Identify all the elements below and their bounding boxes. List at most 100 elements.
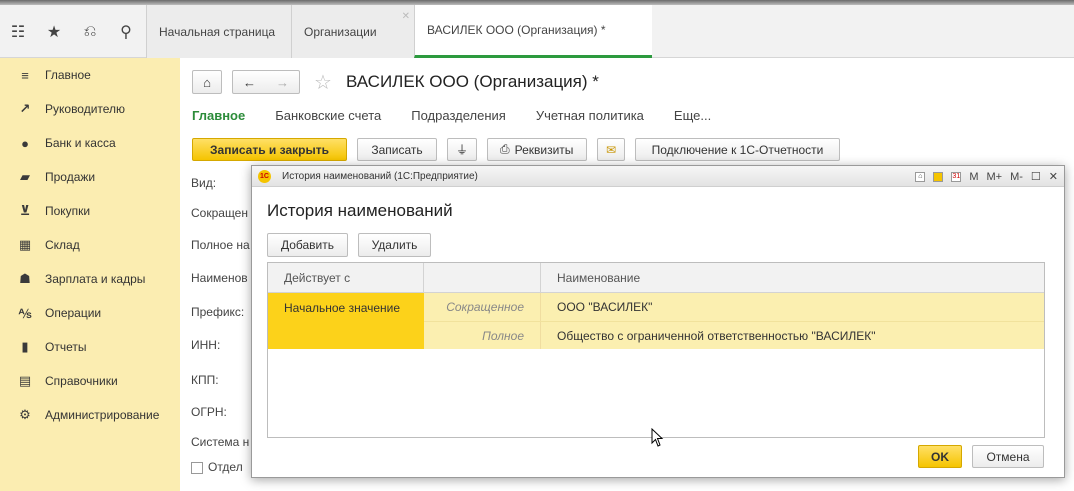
memory-plus-button[interactable]: M+ bbox=[986, 171, 1002, 183]
operations-icon: ⅍ bbox=[18, 305, 32, 321]
cancel-button[interactable]: Отмена bbox=[972, 445, 1044, 468]
printer-icon: ⎙ bbox=[500, 142, 510, 156]
sidebar-item[interactable]: ▤ Справочники bbox=[0, 364, 180, 398]
sidebar-item[interactable]: ⅍ Операции bbox=[0, 296, 180, 330]
column-header-name[interactable]: Наименование bbox=[541, 263, 1044, 293]
search-icon[interactable]: ⚲ bbox=[108, 5, 144, 58]
save-button[interactable]: Записать bbox=[357, 138, 437, 161]
name-history-table: Действует с Наименование Начальное значе… bbox=[267, 262, 1045, 438]
sidebar-item-label: Продажи bbox=[45, 170, 96, 184]
favorite-star-icon[interactable]: ☆ bbox=[314, 70, 332, 95]
sidebar-item-label: Отчеты bbox=[45, 340, 87, 354]
column-header-valid-from[interactable]: Действует с bbox=[268, 263, 424, 293]
apps-grid-icon[interactable]: ☷ bbox=[0, 5, 36, 58]
home-button[interactable]: ⌂ bbox=[192, 70, 222, 94]
coin-icon: ● bbox=[21, 135, 29, 151]
sidebar-item[interactable]: ≡ Главное bbox=[0, 58, 180, 92]
requisites-button[interactable]: ⎙ Реквизиты bbox=[487, 138, 587, 161]
field-label-full-name: Полное на bbox=[191, 238, 250, 252]
tab-home[interactable]: Начальная страница bbox=[146, 5, 291, 58]
menu-lines-icon: ≡ bbox=[21, 67, 29, 83]
separate-division-checkbox[interactable]: Отдел bbox=[191, 460, 243, 474]
paperclip-icon: ⏚ bbox=[455, 143, 468, 157]
cart-icon: ⊻ bbox=[19, 203, 31, 218]
warehouse-icon: ▦ bbox=[18, 237, 32, 252]
page-title: ВАСИЛЕК ООО (Организация) * bbox=[345, 72, 599, 91]
sidebar-item-label: Администрирование bbox=[45, 408, 160, 422]
gear-icon: ⚙ bbox=[19, 407, 31, 422]
form-nav-row: ⌂ ← → ☆ ВАСИЛЕК ООО (Организация) * bbox=[192, 70, 599, 94]
dialog-toolbar: Добавить Удалить bbox=[267, 233, 441, 257]
calculator-icon[interactable] bbox=[933, 171, 944, 182]
close-icon[interactable]: ✕ bbox=[1049, 170, 1058, 183]
home-icon: ⌂ bbox=[203, 74, 211, 90]
history-icon[interactable]: ⎌ bbox=[72, 5, 108, 58]
sidebar-item[interactable]: ▦ Склад bbox=[0, 228, 180, 262]
checkbox-box[interactable] bbox=[191, 461, 203, 474]
close-icon[interactable]: ✕ bbox=[402, 11, 410, 22]
mail-button[interactable]: ✉ bbox=[597, 138, 625, 161]
sidebar-item[interactable]: ▮ Отчеты bbox=[0, 330, 180, 364]
back-arrow-icon[interactable]: ← bbox=[243, 75, 256, 90]
tab-bank-accounts[interactable]: Банковские счета bbox=[275, 108, 381, 123]
dialog-heading: История наименований bbox=[267, 201, 453, 220]
sidebar-item-label: Покупки bbox=[45, 204, 91, 218]
mouse-cursor-icon bbox=[651, 428, 664, 447]
sidebar-item[interactable]: ☗ Зарплата и кадры bbox=[0, 262, 180, 296]
tab-more[interactable]: Еще... bbox=[674, 108, 711, 123]
tab-organizations[interactable]: Организации ✕ bbox=[291, 5, 414, 58]
top-icon-bar: ☷ ★ ⎌ ⚲ bbox=[0, 5, 146, 58]
favorites-star-icon[interactable]: ★ bbox=[36, 5, 72, 58]
dialog-titlebar[interactable]: 1С История наименований (1С:Предприятие)… bbox=[252, 166, 1064, 187]
forward-arrow-icon[interactable]: → bbox=[276, 75, 289, 90]
memory-minus-button[interactable]: M- bbox=[1010, 171, 1023, 183]
tab-label: ВАСИЛЕК ООО (Организация) * bbox=[427, 23, 606, 37]
field-label-inn: ИНН: bbox=[191, 338, 221, 352]
field-label-prefix: Префикс: bbox=[191, 305, 245, 319]
form-tabs: Главное Банковские счета Подразделения У… bbox=[192, 108, 741, 123]
sidebar-item-label: Руководителю bbox=[45, 102, 126, 116]
save-and-close-button[interactable]: Записать и закрыть bbox=[192, 138, 347, 161]
attachment-button[interactable]: ⏚ bbox=[447, 138, 477, 161]
memory-m-button[interactable]: M bbox=[969, 171, 978, 183]
open-tabs: Начальная страница Организации ✕ ВАСИЛЕК… bbox=[146, 5, 652, 58]
sidebar-item[interactable]: ⊻ Покупки bbox=[0, 194, 180, 228]
maximize-icon[interactable]: ☐ bbox=[1031, 170, 1041, 183]
sidebar-item-label: Операции bbox=[45, 306, 102, 320]
link-icon[interactable]: ⌂ bbox=[915, 171, 926, 182]
table-row[interactable]: Начальное значение bbox=[268, 293, 424, 349]
table-row[interactable]: Полное Общество с ограниченной ответстве… bbox=[424, 321, 1044, 349]
tab-vasilek[interactable]: ВАСИЛЕК ООО (Организация) * bbox=[414, 5, 652, 58]
bar-chart-icon: ▮ bbox=[21, 339, 29, 354]
tab-main[interactable]: Главное bbox=[192, 108, 245, 123]
tab-label: Организации bbox=[304, 24, 377, 39]
top-bar: ☷ ★ ⎌ ⚲ Начальная страница Организации ✕… bbox=[0, 0, 1074, 58]
field-label-kpp: КПП: bbox=[191, 373, 219, 387]
form-toolbar: Записать и закрыть Записать ⏚ ⎙ Реквизит… bbox=[192, 138, 850, 161]
name-cell: ООО "ВАСИЛЕК" bbox=[557, 300, 653, 314]
table-row[interactable]: Сокращенное ООО "ВАСИЛЕК" bbox=[424, 293, 1044, 321]
sidebar-item[interactable]: ● Банк и касса bbox=[0, 126, 180, 160]
field-label-short-name: Сокращен bbox=[191, 206, 248, 220]
sidebar-item-label: Склад bbox=[45, 238, 80, 252]
ok-button[interactable]: OK bbox=[918, 445, 962, 468]
1c-logo-icon: 1С bbox=[258, 169, 271, 183]
calendar-icon[interactable]: 31 bbox=[951, 171, 962, 182]
checkbox-label: Отдел bbox=[208, 460, 243, 474]
sidebar-item-label: Главное bbox=[45, 68, 91, 82]
sidebar-item[interactable]: ▰ Продажи bbox=[0, 160, 180, 194]
sidebar-item[interactable]: ⚙ Администрирование bbox=[0, 398, 180, 432]
tab-departments[interactable]: Подразделения bbox=[411, 108, 506, 123]
add-button[interactable]: Добавить bbox=[267, 233, 348, 257]
envelope-icon: ✉ bbox=[605, 142, 617, 157]
person-icon: ☗ bbox=[19, 271, 31, 286]
sidebar-item-label: Банк и касса bbox=[45, 136, 116, 150]
valid-from-cell: Начальное значение bbox=[284, 301, 401, 315]
tab-accounting-policy[interactable]: Учетная политика bbox=[536, 108, 644, 123]
connect-reporting-button[interactable]: Подключение к 1С-Отчетности bbox=[635, 138, 840, 161]
delete-button[interactable]: Удалить bbox=[358, 233, 431, 257]
column-header-kind[interactable] bbox=[424, 263, 541, 293]
sidebar-item[interactable]: ↗ Руководителю bbox=[0, 92, 180, 126]
sidebar: ≡ Главное ↗ Руководителю ● Банк и касса ▰ Прода… bbox=[0, 58, 180, 491]
trend-chart-icon: ↗ bbox=[19, 101, 31, 116]
